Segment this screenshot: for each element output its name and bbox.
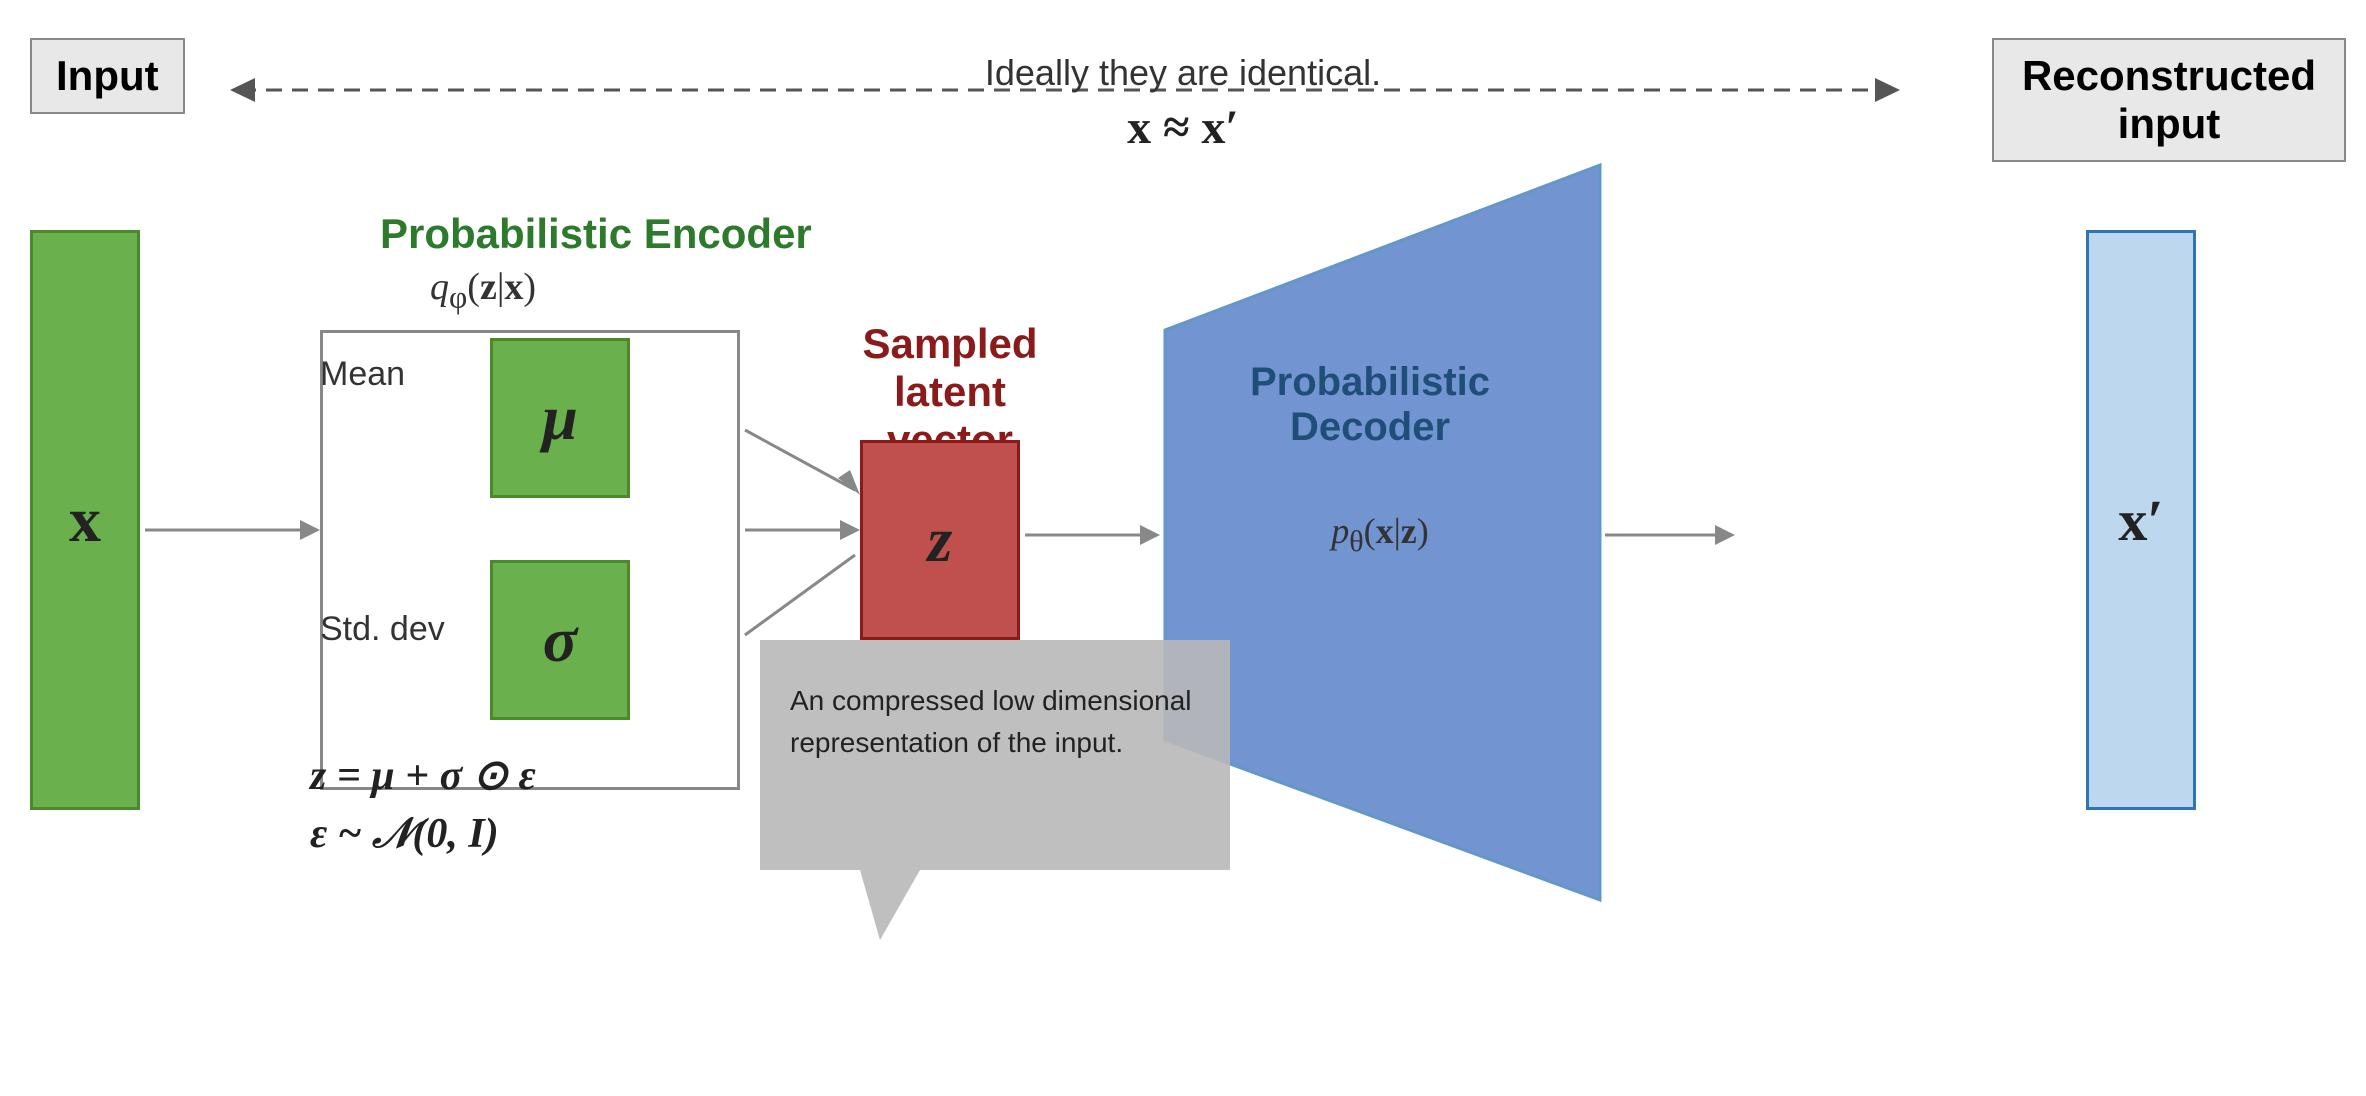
output-rectangle: x′	[2086, 230, 2196, 810]
callout-box: An compressed low dimensional representa…	[790, 680, 1210, 764]
mu-label: μ	[542, 381, 578, 455]
encoder-title: Probabilistic Encoder	[380, 210, 812, 258]
ideally-text: Ideally they are identical.	[0, 52, 2366, 94]
decoder-formula: pθ(x|z)	[1210, 510, 1550, 559]
mu-rectangle: μ	[490, 338, 630, 498]
input-x-label: x	[69, 483, 101, 557]
input-rectangle: x	[30, 230, 140, 810]
stddev-label: Std. dev	[320, 610, 445, 649]
epsilon-formula: ε ~ 𝒩(0, I)	[310, 810, 499, 858]
sigma-label: σ	[543, 603, 578, 677]
output-x-prime-label: x′	[2118, 487, 2163, 554]
decoder-title: Probabilistic Decoder	[1200, 360, 1540, 450]
sigma-rectangle: σ	[490, 560, 630, 720]
diagram-container: Input Reconstructed input Ideally they a…	[0, 0, 2366, 1096]
z-rect-label: z	[928, 503, 953, 577]
z-formula: z = μ + σ ⊙ ε	[310, 750, 536, 800]
approx-formula: x ≈ x′	[0, 100, 2366, 155]
z-rectangle: z	[860, 440, 1020, 640]
mean-label: Mean	[320, 355, 405, 394]
encoder-formula: qφ(z|x)	[430, 265, 536, 316]
callout-text: An compressed low dimensional representa…	[790, 685, 1192, 758]
